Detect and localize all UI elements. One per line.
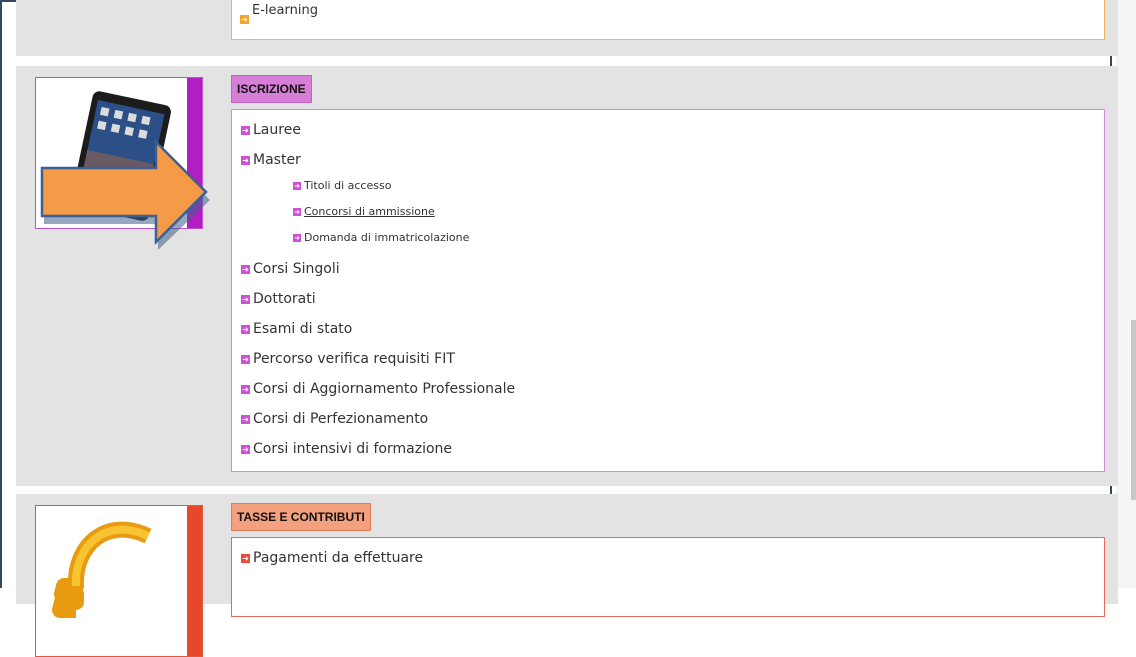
arrow-bullet-icon: ➜: [293, 181, 301, 190]
top-link-box: ➜ E-learning: [231, 0, 1105, 40]
iscrizione-list: ➜ Lauree ➜ Master ➜ Titoli di accesso ➜ …: [231, 109, 1105, 472]
link-corsi-perfezionamento[interactable]: ➜ Corsi di Perfezionamento: [241, 411, 428, 427]
arrow-bullet-icon: ➜: [241, 125, 250, 135]
tablet-icon: [40, 91, 210, 250]
arrow-bullet-icon: ➜: [241, 553, 250, 563]
arrow-bullet-icon: ➜: [241, 264, 250, 274]
arrow-bullet-icon: ➜: [241, 384, 250, 394]
link-pagamenti-da-effettuare[interactable]: ➜ Pagamenti da effettuare: [241, 550, 423, 566]
arrow-bullet-icon: ➜: [293, 207, 301, 216]
link-dottorati[interactable]: ➜ Dottorati: [241, 291, 316, 307]
link-concorsi-di-ammissione[interactable]: ➜ Concorsi di ammissione: [293, 205, 435, 218]
tasse-list: ➜ Pagamenti da effettuare: [231, 537, 1105, 617]
section-top: ➜ E-learning: [16, 0, 1118, 56]
iscrizione-image: [35, 77, 210, 250]
link-corsi-intensivi[interactable]: ➜ Corsi intensivi di formazione: [241, 441, 452, 457]
arrow-bullet-icon: ➜: [241, 444, 250, 454]
link-esami-di-stato[interactable]: ➜ Esami di stato: [241, 321, 352, 337]
link-percorso-fit[interactable]: ➜ Percorso verifica requisiti FIT: [241, 351, 455, 367]
link-corsi-aggiornamento[interactable]: ➜ Corsi di Aggiornamento Professionale: [241, 381, 515, 397]
window-frame-left: [0, 0, 2, 588]
link-master[interactable]: ➜ Master: [241, 152, 301, 168]
iscrizione-heading: ISCRIZIONE: [231, 75, 312, 103]
accent-stripe: [187, 506, 202, 656]
arrow-bullet-icon: ➜: [240, 15, 249, 24]
link-corsi-singoli[interactable]: ➜ Corsi Singoli: [241, 261, 340, 277]
link-titoli-di-accesso[interactable]: ➜ Titoli di accesso: [293, 179, 391, 192]
tasse-heading: TASSE E CONTRIBUTI: [231, 503, 371, 531]
arrow-bullet-icon: ➜: [241, 324, 250, 334]
arrow-bullet-icon: ➜: [241, 354, 250, 364]
arrow-bullet-icon: ➜: [241, 414, 250, 424]
euro-icon: [52, 521, 152, 618]
link-domanda-di-immatricolazione[interactable]: ➜ Domanda di immatricolazione: [293, 231, 469, 244]
arrow-bullet-icon: ➜: [293, 233, 301, 242]
section-iscrizione: ISCRIZIONE ➜ Lauree ➜ Master ➜ Titoli di…: [16, 66, 1118, 486]
arrow-bullet-icon: ➜: [241, 294, 250, 304]
arrow-bullet-icon: ➜: [241, 155, 250, 165]
scrollbar-thumb[interactable]: [1131, 320, 1136, 500]
tasse-image: [35, 505, 203, 657]
link-lauree[interactable]: ➜ Lauree: [241, 122, 301, 138]
link-e-learning[interactable]: ➜ E-learning: [240, 3, 318, 24]
